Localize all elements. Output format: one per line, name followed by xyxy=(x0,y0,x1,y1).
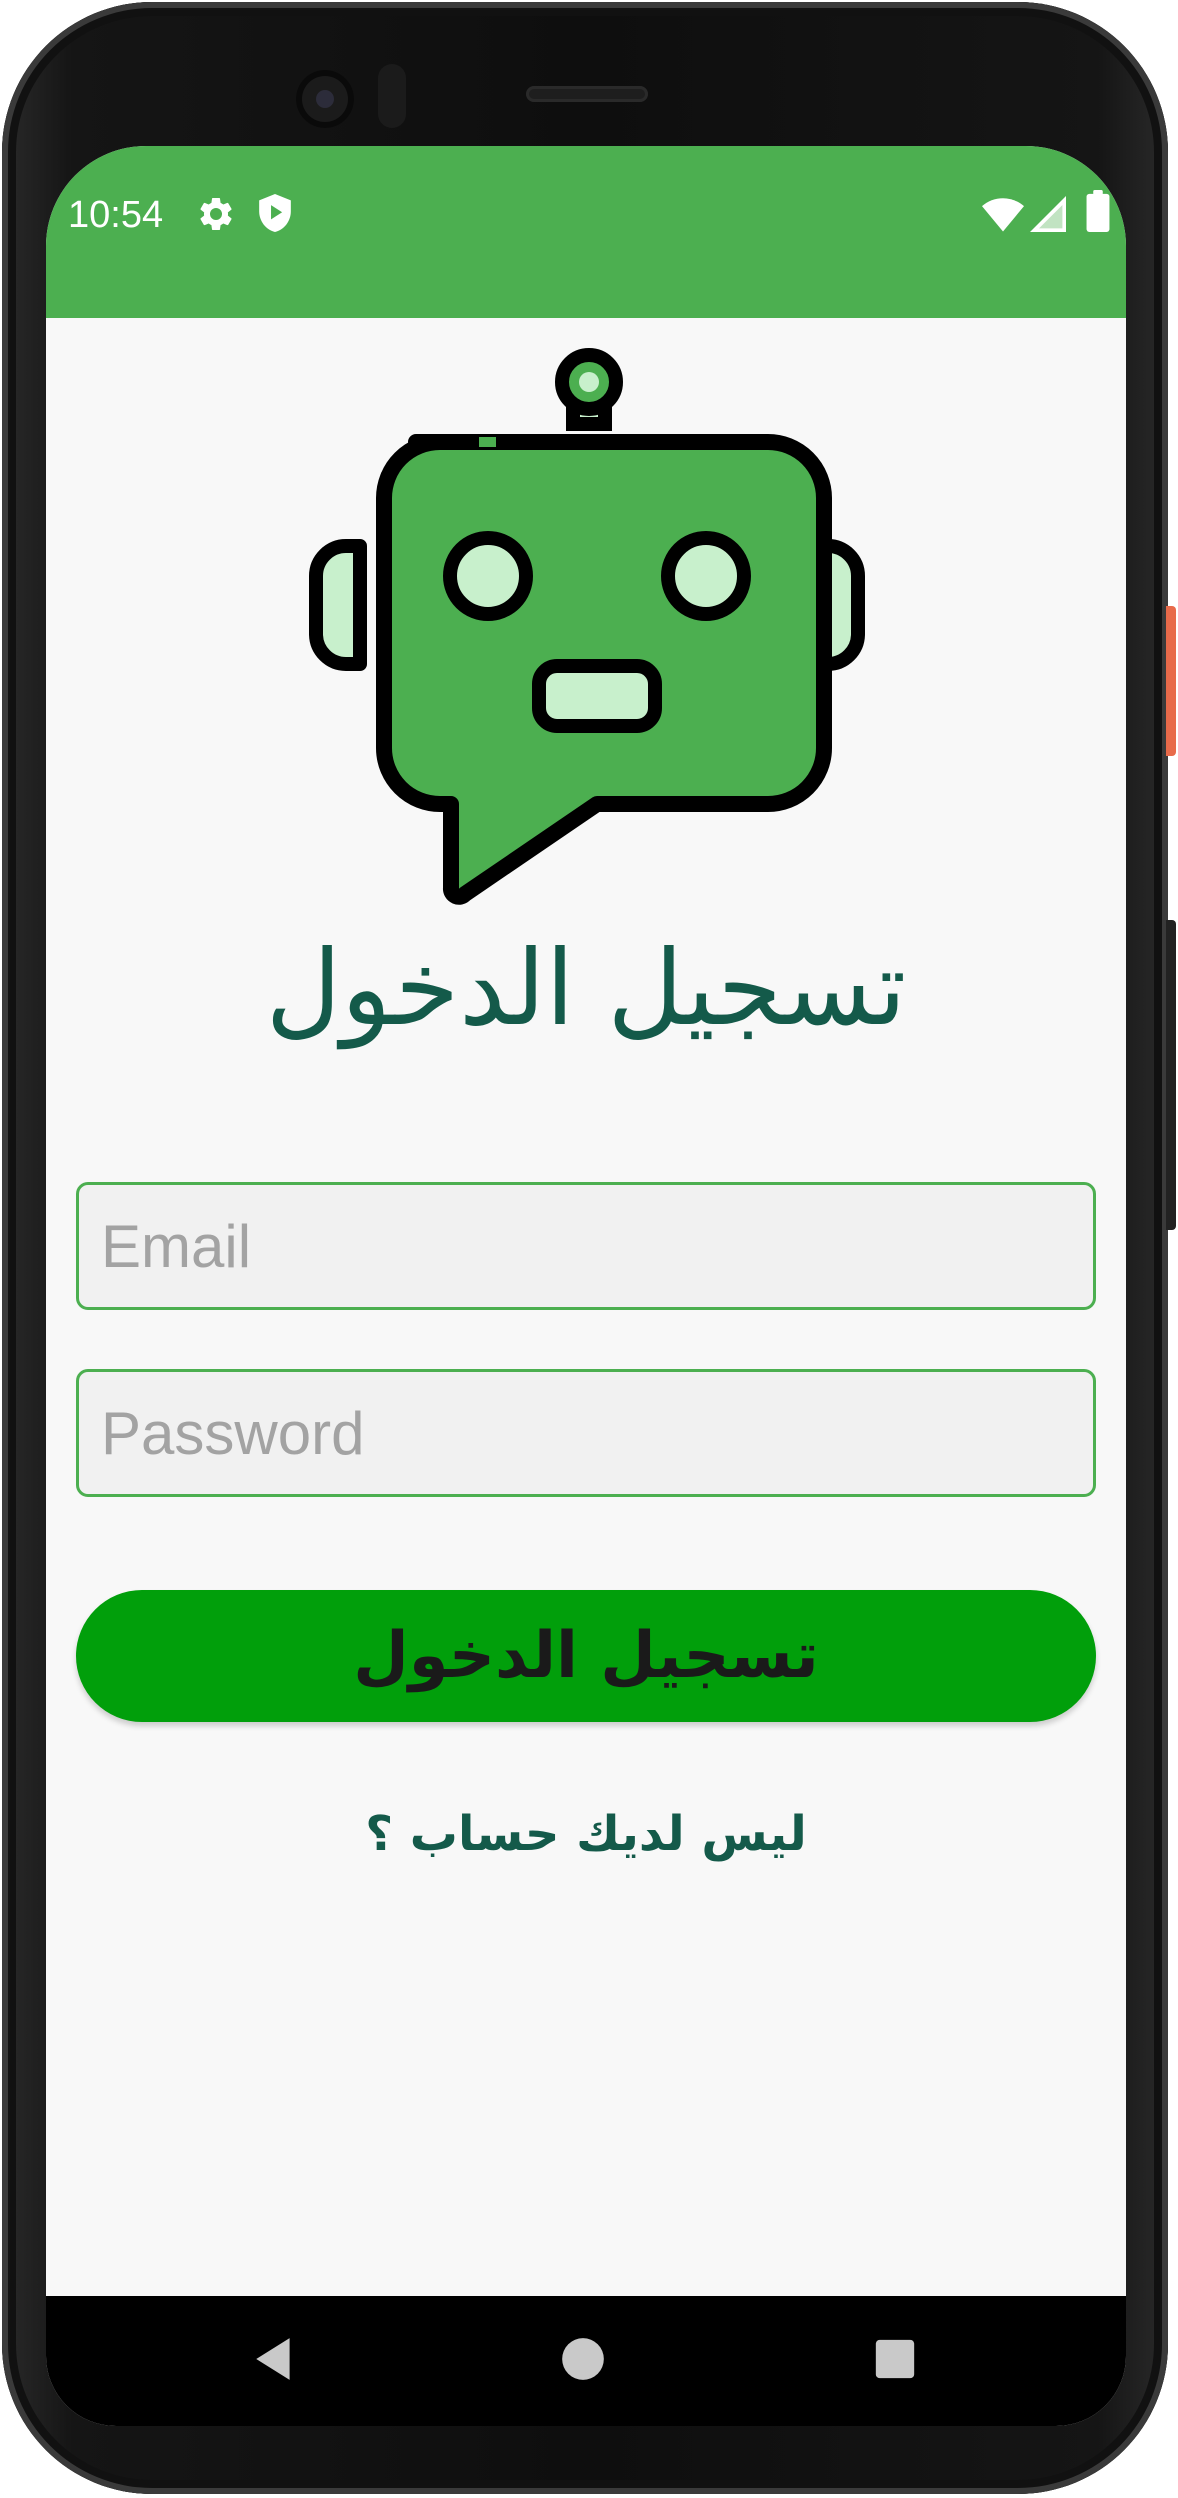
power-button xyxy=(1166,606,1176,756)
login-button[interactable]: تسجيل الدخول xyxy=(76,1590,1096,1722)
back-icon[interactable] xyxy=(250,2334,300,2384)
earpiece-speaker xyxy=(526,86,648,102)
status-bar: 10:54 xyxy=(46,146,1126,318)
front-camera xyxy=(296,70,354,128)
navigation-bar xyxy=(46,2296,1126,2426)
proximity-sensor xyxy=(378,64,406,128)
battery-icon xyxy=(1086,190,1110,232)
page-title: تسجيل الدخول xyxy=(265,927,907,1049)
password-field[interactable] xyxy=(76,1369,1096,1497)
recents-icon[interactable] xyxy=(872,2336,918,2382)
home-icon[interactable] xyxy=(558,2334,608,2384)
volume-button xyxy=(1166,920,1176,1230)
app-screen: 10:54 تسجيل الدخول Email تسجيل الدخول لي… xyxy=(46,146,1126,2426)
signal-icon xyxy=(1030,196,1066,232)
signup-link[interactable]: ليس لديك حساب ؟ xyxy=(46,1806,1126,1862)
shield-play-icon xyxy=(259,194,291,232)
email-field[interactable] xyxy=(76,1182,1096,1310)
status-time: 10:54 xyxy=(68,194,164,236)
settings-icon xyxy=(200,197,232,230)
wifi-icon xyxy=(982,198,1024,232)
